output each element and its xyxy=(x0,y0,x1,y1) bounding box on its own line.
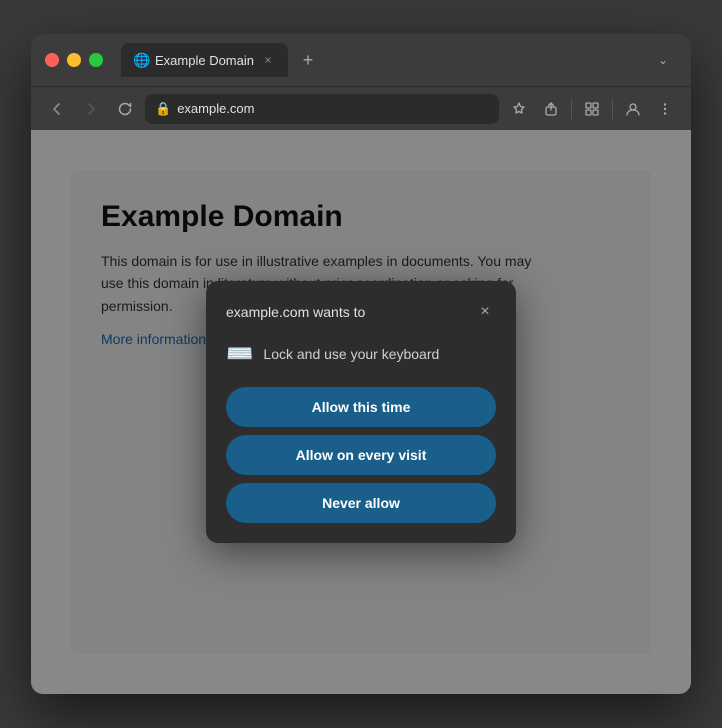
back-icon xyxy=(49,101,65,117)
modal-overlay: example.com wants to × ⌨️ Lock and use y… xyxy=(71,170,651,654)
close-button[interactable] xyxy=(45,53,59,67)
keyboard-icon: ⌨️ xyxy=(226,341,253,367)
new-tab-button[interactable]: + xyxy=(294,46,322,74)
browser-window: 🌐 Example Domain × + ⌄ 🔒 example xyxy=(31,34,691,694)
user-icon xyxy=(625,101,641,117)
dialog-icon-row: ⌨️ Lock and use your keyboard xyxy=(226,337,496,371)
extensions-icon[interactable] xyxy=(578,95,606,123)
tab-dropdown-button[interactable]: ⌄ xyxy=(649,46,677,74)
dialog-header: example.com wants to × xyxy=(226,301,496,323)
menu-icon[interactable] xyxy=(651,95,679,123)
toolbar-divider xyxy=(571,99,572,119)
tab-favicon-icon: 🌐 xyxy=(133,52,149,68)
tab-title: Example Domain xyxy=(155,53,254,68)
puzzle-icon xyxy=(584,101,600,117)
upload-icon xyxy=(543,101,559,117)
dots-icon xyxy=(657,101,673,117)
permission-dialog: example.com wants to × ⌨️ Lock and use y… xyxy=(206,281,516,543)
share-icon[interactable] xyxy=(537,95,565,123)
toolbar-right-icons xyxy=(505,95,679,123)
dialog-close-button[interactable]: × xyxy=(474,301,496,323)
forward-icon xyxy=(83,101,99,117)
toolbar-divider-2 xyxy=(612,99,613,119)
back-button[interactable] xyxy=(43,95,71,123)
never-allow-button[interactable]: Never allow xyxy=(226,483,496,523)
forward-button[interactable] xyxy=(77,95,105,123)
profile-icon[interactable] xyxy=(619,95,647,123)
bookmark-icon[interactable] xyxy=(505,95,533,123)
dialog-title: example.com wants to xyxy=(226,304,365,320)
url-text: example.com xyxy=(177,101,489,116)
toolbar: 🔒 example.com xyxy=(31,86,691,130)
active-tab[interactable]: 🌐 Example Domain × xyxy=(121,43,288,77)
address-bar[interactable]: 🔒 example.com xyxy=(145,94,499,124)
title-bar: 🌐 Example Domain × + ⌄ xyxy=(31,34,691,86)
allow-this-time-button[interactable]: Allow this time xyxy=(226,387,496,427)
page-inner: Example Domain This domain is for use in… xyxy=(71,170,651,654)
minimize-button[interactable] xyxy=(67,53,81,67)
tab-close-button[interactable]: × xyxy=(260,52,276,68)
page-content-area: Example Domain This domain is for use in… xyxy=(31,130,691,694)
traffic-lights xyxy=(45,53,103,67)
tab-bar: 🌐 Example Domain × + ⌄ xyxy=(121,43,677,77)
reload-icon xyxy=(117,101,133,117)
dialog-permission-text: Lock and use your keyboard xyxy=(263,346,439,362)
site-info-icon[interactable]: 🔒 xyxy=(155,101,171,117)
star-icon xyxy=(511,101,527,117)
allow-every-visit-button[interactable]: Allow on every visit xyxy=(226,435,496,475)
reload-button[interactable] xyxy=(111,95,139,123)
maximize-button[interactable] xyxy=(89,53,103,67)
